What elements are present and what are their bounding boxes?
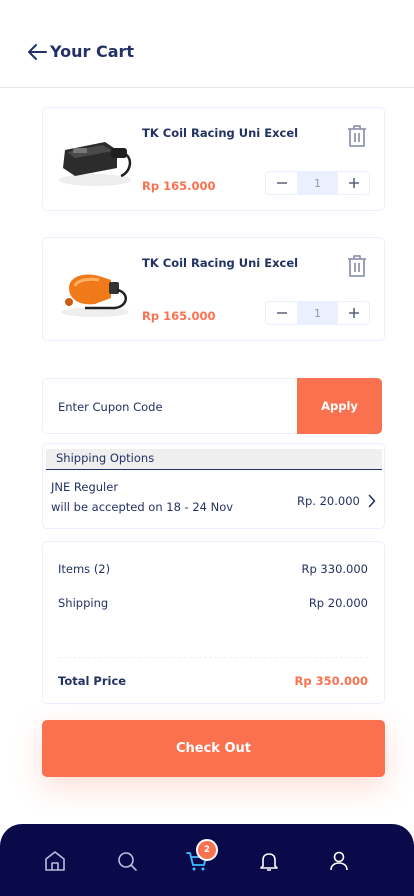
coupon-box: Enter Cupon Code Apply — [42, 378, 382, 434]
checkout-button[interactable]: Check Out — [42, 720, 385, 777]
order-summary: Items (2) Rp 330.000 Shipping Rp 20.000 … — [42, 541, 385, 704]
minus-button[interactable] — [266, 172, 297, 194]
quantity-stepper: 1 — [265, 171, 370, 195]
product-price: Rp 165.000 — [142, 179, 216, 193]
minus-button[interactable] — [266, 302, 297, 324]
shipping-options[interactable]: Shipping Options JNE Reguler will be acc… — [42, 443, 385, 529]
shipping-courier: JNE Reguler — [51, 480, 119, 494]
search-icon[interactable] — [115, 849, 139, 873]
minus-icon — [276, 312, 287, 314]
summary-shipping-row: Shipping Rp 20.000 — [58, 596, 368, 610]
trash-icon[interactable] — [346, 124, 368, 148]
coupon-input[interactable]: Enter Cupon Code — [58, 400, 163, 414]
quantity-value[interactable]: 1 — [297, 172, 338, 194]
plus-icon — [348, 308, 359, 318]
shipping-label: Shipping — [58, 596, 109, 610]
shipping-title: Shipping Options — [46, 449, 382, 470]
chevron-right-icon[interactable] — [368, 494, 376, 508]
quantity-stepper: 1 — [265, 301, 370, 325]
plus-button[interactable] — [338, 302, 369, 324]
bottom-navigation: 2 — [0, 824, 414, 896]
items-value: Rp 330.000 — [301, 562, 368, 576]
back-arrow-icon[interactable] — [26, 42, 48, 62]
product-name[interactable]: TK Coil Racing Uni Excel — [142, 256, 298, 270]
items-label: Items (2) — [58, 562, 111, 576]
product-price: Rp 165.000 — [142, 309, 216, 323]
total-value: Rp 350.000 — [294, 674, 368, 688]
shipping-estimate: will be accepted on 18 - 24 Nov — [51, 500, 234, 514]
plus-icon — [348, 178, 359, 188]
product-image — [55, 258, 135, 322]
bell-icon[interactable] — [257, 849, 281, 873]
cart-item: TK Coil Racing Uni Excel Rp 165.000 1 — [42, 107, 385, 211]
shipping-price: Rp. 20.000 — [297, 494, 360, 508]
shipping-value: Rp 20.000 — [308, 596, 368, 610]
home-icon[interactable] — [43, 849, 67, 873]
app-header: Your Cart — [0, 0, 414, 88]
cart-item: TK Coil Racing Uni Excel Rp 165.000 1 — [42, 237, 385, 341]
minus-icon — [276, 182, 287, 184]
summary-divider — [58, 657, 368, 658]
summary-items-row: Items (2) Rp 330.000 — [58, 562, 368, 576]
user-icon[interactable] — [327, 849, 351, 873]
cart-badge: 2 — [196, 839, 218, 861]
apply-button[interactable]: Apply — [297, 378, 382, 434]
product-name[interactable]: TK Coil Racing Uni Excel — [142, 126, 298, 140]
product-image — [55, 128, 135, 192]
quantity-value[interactable]: 1 — [297, 302, 338, 324]
trash-icon[interactable] — [346, 254, 368, 278]
plus-button[interactable] — [338, 172, 369, 194]
page-title: Your Cart — [50, 42, 135, 61]
total-label: Total Price — [58, 674, 127, 688]
summary-total-row: Total Price Rp 350.000 — [58, 674, 368, 688]
